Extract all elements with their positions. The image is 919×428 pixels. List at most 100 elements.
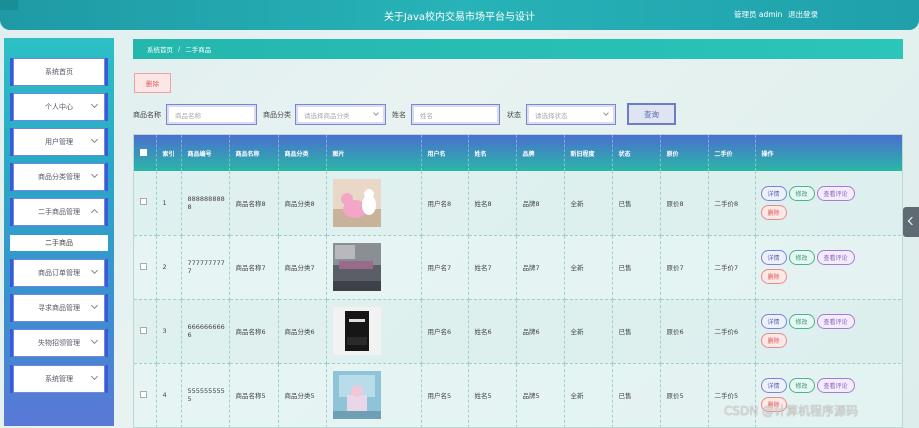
detail-button[interactable]: 详情 bbox=[760, 314, 787, 329]
view-reviews-button[interactable]: 查看评论 bbox=[816, 250, 855, 265]
placeholder-text: 请选择状态 bbox=[535, 111, 568, 120]
cell-condition: 全新 bbox=[564, 299, 613, 364]
row-checkbox[interactable] bbox=[134, 171, 157, 236]
cell-status: 已售 bbox=[612, 171, 661, 236]
chevron-down-icon bbox=[90, 170, 99, 179]
query-button[interactable]: 查询 bbox=[627, 103, 676, 125]
placeholder-text: 姓名 bbox=[420, 111, 433, 120]
breadcrumb-home[interactable]: 系统首页 bbox=[147, 44, 173, 54]
cell-index: 4 bbox=[156, 363, 182, 427]
product-name-input[interactable]: 商品名称 bbox=[166, 104, 257, 125]
sidebar-item-label: 个人中心 bbox=[45, 103, 73, 111]
sidebar-item-label: 系统管理 bbox=[45, 375, 73, 383]
chevron-down-icon bbox=[603, 110, 609, 116]
row-checkbox[interactable] bbox=[134, 299, 157, 364]
cell-actions: 详情 修改 查看评论删除 bbox=[755, 235, 902, 300]
search-username-label: 姓名 bbox=[392, 111, 406, 119]
delete-button[interactable]: 删除 bbox=[760, 333, 787, 348]
sidebar-item-label: 寻求商品管理 bbox=[38, 304, 80, 312]
product-image-blue-room bbox=[332, 371, 381, 419]
cell-price: 原价5 bbox=[660, 363, 709, 427]
chevron-up-icon bbox=[90, 208, 99, 217]
chevron-down-icon bbox=[90, 100, 99, 109]
detail-button[interactable]: 详情 bbox=[760, 185, 787, 201]
detail-button[interactable]: 详情 bbox=[760, 250, 787, 265]
cell-category: 商品分类5 bbox=[278, 363, 327, 427]
product-image-bedroom bbox=[332, 243, 381, 291]
submenu-item-used-goods[interactable]: 二手商品 bbox=[10, 235, 108, 251]
edit-button[interactable]: 修改 bbox=[788, 314, 815, 329]
chevron-down-icon bbox=[90, 266, 99, 275]
cell-username: 用户名8 bbox=[421, 171, 469, 236]
sidebar-item-label: 商品分类管理 bbox=[38, 173, 80, 181]
category-select[interactable]: 请选择商品分类 bbox=[295, 104, 386, 125]
sidebar-item-system[interactable]: 系统管理 bbox=[10, 365, 108, 393]
sidebar-item-requests[interactable]: 寻求商品管理 bbox=[10, 294, 108, 322]
checkbox-icon bbox=[140, 326, 147, 334]
col-realname: 姓名 bbox=[468, 135, 517, 171]
sidebar-item-label: 系统首页 bbox=[45, 68, 73, 76]
cell-actions: 详情 修改 查看评论删除 bbox=[755, 299, 902, 364]
delete-button[interactable]: 删除 bbox=[760, 269, 787, 284]
delete-button[interactable]: 删除 bbox=[760, 204, 787, 220]
cell-image bbox=[326, 299, 422, 364]
view-reviews-button[interactable]: 查看评论 bbox=[816, 378, 855, 393]
username-input[interactable]: 姓名 bbox=[411, 104, 500, 125]
sidebar-item-profile[interactable]: 个人中心 bbox=[10, 93, 108, 121]
cell-username: 用户名6 bbox=[421, 299, 469, 364]
cell-status: 已售 bbox=[612, 363, 661, 427]
sidebar-item-lost-found[interactable]: 失物招领管理 bbox=[10, 329, 108, 357]
submenu-item-label: 二手商品 bbox=[45, 239, 73, 247]
table-row: 2 7777777777 商品名称7 商品分类7 用户名7 姓名7 品牌7 全新… bbox=[134, 235, 902, 300]
edit-button[interactable]: 修改 bbox=[788, 185, 815, 201]
edit-button[interactable]: 修改 bbox=[788, 250, 815, 265]
batch-delete-button[interactable]: 删除 bbox=[134, 73, 171, 93]
logout-link[interactable]: 退出登录 bbox=[788, 9, 818, 20]
cell-image bbox=[326, 363, 422, 427]
view-reviews-button[interactable]: 查看评论 bbox=[816, 314, 855, 329]
cell-status: 已售 bbox=[612, 299, 661, 364]
cell-brand: 品牌5 bbox=[516, 363, 565, 427]
cell-condition: 全新 bbox=[564, 171, 613, 236]
breadcrumb: 系统首页 / 二手商品 bbox=[133, 39, 903, 59]
sidebar-item-categories[interactable]: 商品分类管理 bbox=[10, 163, 108, 191]
row-checkbox[interactable] bbox=[134, 235, 157, 300]
sidebar-item-users[interactable]: 用户管理 bbox=[10, 128, 108, 156]
cell-condition: 全新 bbox=[564, 235, 613, 300]
cell-category: 商品分类8 bbox=[278, 171, 327, 236]
view-reviews-button[interactable]: 查看评论 bbox=[816, 185, 855, 201]
sidebar-item-orders[interactable]: 商品订单管理 bbox=[10, 259, 108, 287]
chevron-down-icon bbox=[90, 135, 99, 144]
sidebar-item-used-goods[interactable]: 二手商品管理 bbox=[10, 198, 108, 226]
product-image-pink-toy bbox=[332, 178, 381, 227]
cell-code: 6666666666 bbox=[181, 299, 230, 364]
sidebar-item-label: 二手商品管理 bbox=[38, 208, 80, 216]
watermark: CSDN @计算机程序源码 bbox=[724, 404, 859, 418]
row-checkbox[interactable] bbox=[134, 363, 157, 427]
select-all-checkbox[interactable] bbox=[134, 135, 157, 171]
col-index: 索引 bbox=[156, 135, 182, 171]
goods-table: 索引 商品编号 商品名称 商品分类 图片 用户名 姓名 品牌 新旧程度 状态 原… bbox=[133, 134, 903, 428]
search-status-label: 状态 bbox=[507, 111, 521, 119]
collapse-tab[interactable] bbox=[903, 207, 919, 237]
chevron-down-icon bbox=[90, 301, 99, 310]
sidebar-item-label: 用户管理 bbox=[45, 138, 73, 146]
cell-name: 商品名称8 bbox=[229, 171, 279, 236]
cell-name: 商品名称6 bbox=[229, 299, 279, 364]
col-condition: 新旧程度 bbox=[564, 135, 613, 171]
chevron-down-icon bbox=[90, 372, 99, 381]
col-code: 商品编号 bbox=[181, 135, 230, 171]
sidebar-item-home[interactable]: 系统首页 bbox=[10, 58, 108, 86]
cell-condition: 全新 bbox=[564, 363, 613, 427]
cell-realname: 姓名8 bbox=[468, 171, 517, 236]
cell-used-price: 二手价7 bbox=[708, 235, 756, 300]
col-name: 商品名称 bbox=[229, 135, 279, 171]
admin-label: 管理员 admin bbox=[734, 10, 783, 19]
edit-button[interactable]: 修改 bbox=[788, 378, 815, 393]
checkbox-icon bbox=[140, 198, 147, 206]
cell-name: 商品名称7 bbox=[229, 235, 279, 300]
status-select[interactable]: 请选择状态 bbox=[526, 104, 616, 125]
checkbox-icon bbox=[140, 390, 147, 398]
cell-used-price: 二手价8 bbox=[708, 171, 756, 236]
detail-button[interactable]: 详情 bbox=[760, 378, 787, 393]
